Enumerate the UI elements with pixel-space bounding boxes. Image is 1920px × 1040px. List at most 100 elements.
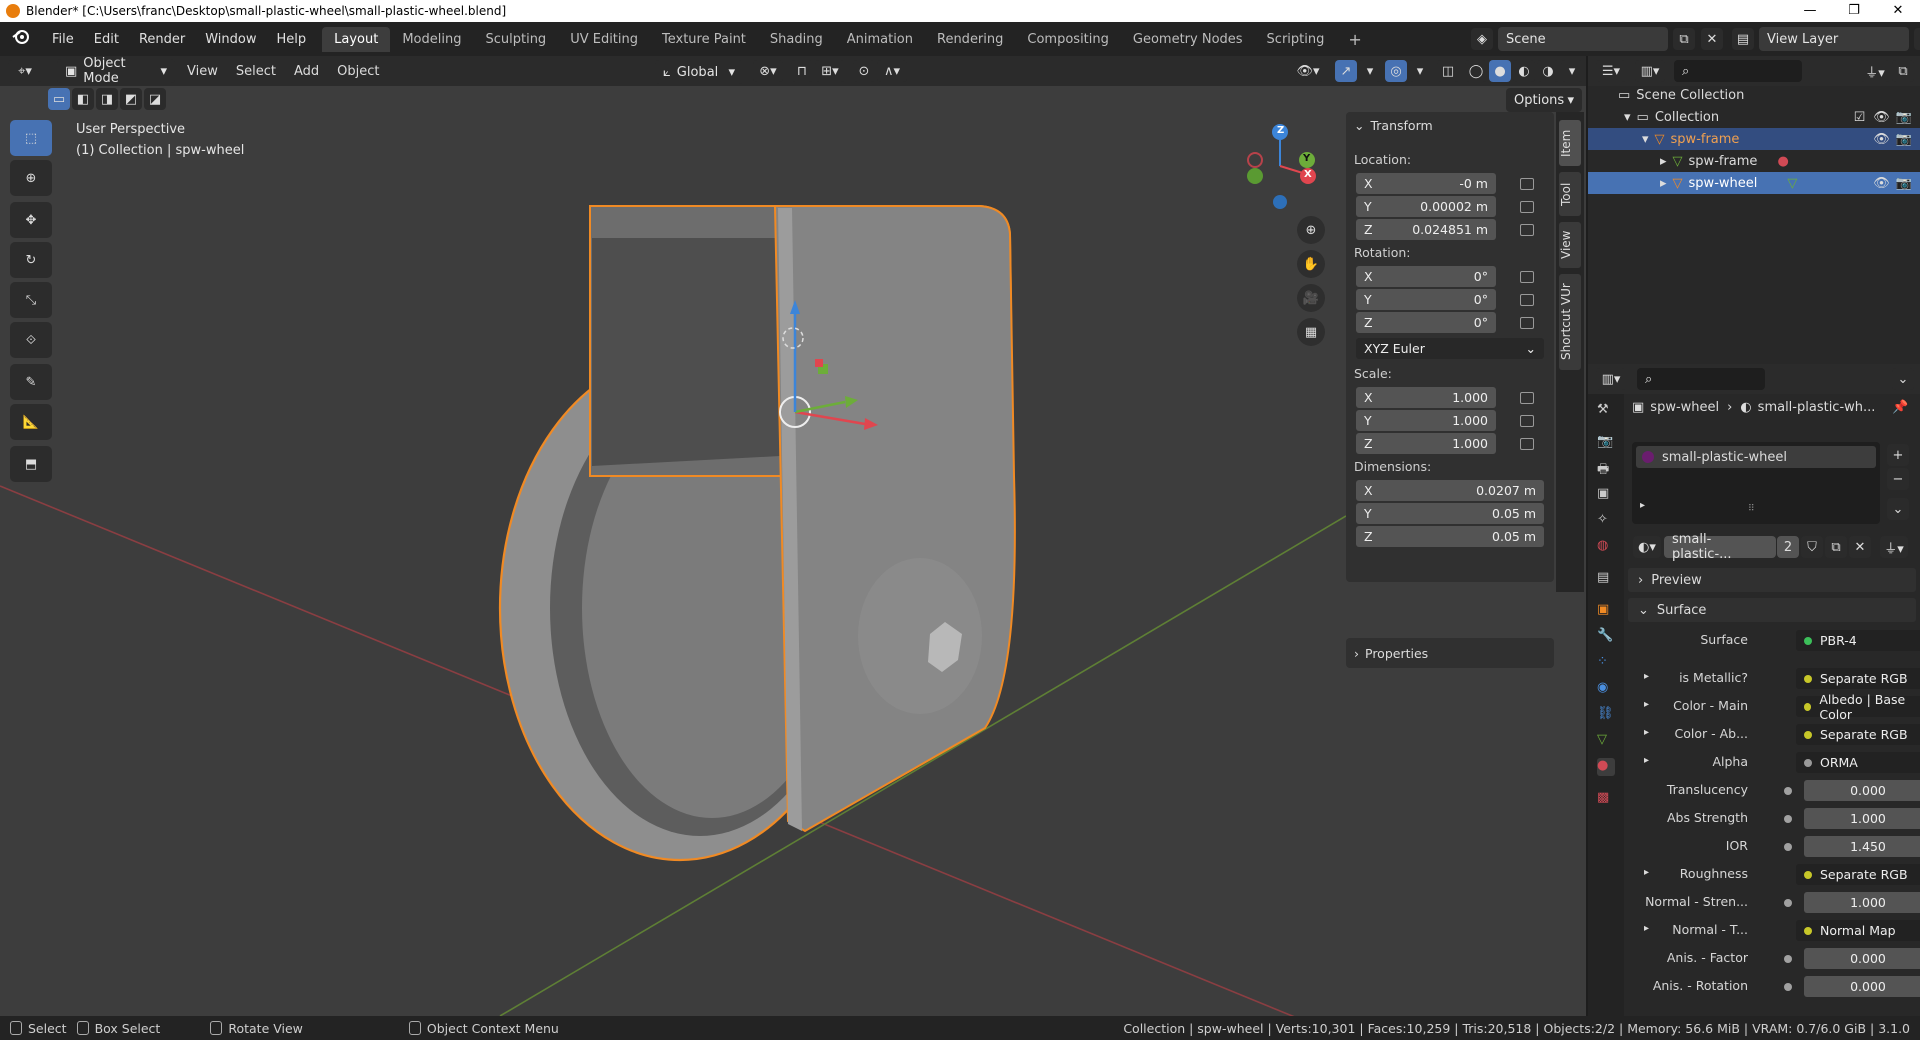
ior-field[interactable]: 1.450 bbox=[1804, 836, 1920, 857]
delete-scene-icon[interactable]: ✕ bbox=[1701, 28, 1723, 50]
view-layer-field[interactable]: View Layer bbox=[1759, 27, 1909, 51]
preview-panel-header[interactable]: › Preview bbox=[1628, 568, 1916, 592]
wireframe-shading-icon[interactable]: ◯ bbox=[1465, 60, 1487, 82]
rotation-z-field[interactable]: Z 0° bbox=[1356, 312, 1496, 333]
tab-scripting[interactable]: Scripting bbox=[1255, 27, 1337, 52]
outliner-row-scene-collection[interactable]: ▭ Scene Collection bbox=[1588, 84, 1920, 106]
blender-menu-icon[interactable] bbox=[0, 29, 42, 49]
roughness-field[interactable]: Separate RGB bbox=[1796, 864, 1920, 885]
camera-icon[interactable]: 📷 bbox=[1896, 110, 1912, 125]
user-count[interactable]: 2 bbox=[1777, 536, 1799, 558]
add-cube-tool-icon[interactable]: ⬒ bbox=[10, 446, 52, 482]
physics-tab-icon[interactable]: ◉ bbox=[1597, 680, 1615, 698]
material-shading-icon[interactable]: ◐ bbox=[1513, 60, 1535, 82]
rotation-mode-dropdown[interactable]: XYZ Euler ⌄ bbox=[1356, 338, 1544, 359]
menu-file[interactable]: File bbox=[42, 32, 84, 47]
output-tab-icon[interactable]: 🖶 bbox=[1597, 460, 1615, 478]
anis-rotation-field[interactable]: 0.000 bbox=[1804, 976, 1920, 997]
menu-edit[interactable]: Edit bbox=[84, 32, 129, 47]
tab-compositing[interactable]: Compositing bbox=[1015, 27, 1121, 52]
dimensions-z-field[interactable]: Z 0.05 m bbox=[1356, 526, 1544, 547]
camera-icon[interactable]: 📷 bbox=[1896, 132, 1912, 147]
tab-rendering[interactable]: Rendering bbox=[925, 27, 1015, 52]
tool-tab-icon[interactable]: ⚒ bbox=[1597, 402, 1615, 420]
3d-viewport[interactable]: ⌖▾ ▣ Object Mode ▾ View Select Add Objec… bbox=[0, 56, 1586, 1016]
surface-panel-header[interactable]: ⌄ Surface bbox=[1628, 598, 1916, 622]
tab-view[interactable]: View bbox=[1559, 222, 1581, 268]
rotate-tool-icon[interactable]: ↻ bbox=[10, 242, 52, 278]
pan-hand-icon[interactable]: ✋ bbox=[1297, 250, 1325, 278]
fake-user-icon[interactable]: ⛉ bbox=[1801, 536, 1823, 558]
material-tab-icon[interactable]: ● bbox=[1597, 758, 1615, 776]
transform-panel-header[interactable]: ⌄ Transform bbox=[1354, 118, 1433, 133]
eye-icon[interactable]: 👁 bbox=[1873, 176, 1890, 191]
display-mode-icon[interactable]: ▥▾ bbox=[1635, 60, 1665, 82]
world-tab-icon[interactable]: ◍ bbox=[1597, 538, 1615, 556]
options-chevron-icon[interactable]: ⌄ bbox=[1892, 368, 1914, 390]
filter-icon[interactable]: ⏚▾ bbox=[1860, 60, 1890, 82]
modifiers-tab-icon[interactable]: 🔧 bbox=[1597, 628, 1615, 646]
scale-z-field[interactable]: Z 1.000 bbox=[1356, 433, 1496, 454]
view-layer-icon[interactable]: ▤ bbox=[1732, 28, 1754, 50]
scene-tab-icon[interactable]: ✧ bbox=[1597, 512, 1615, 530]
outliner-search-input[interactable]: ⌕ bbox=[1674, 60, 1802, 82]
scale-y-field[interactable]: Y 1.000 bbox=[1356, 410, 1496, 431]
minimize-button[interactable]: — bbox=[1788, 0, 1832, 22]
scale-tool-icon[interactable]: ⤡ bbox=[10, 282, 52, 318]
maximize-button[interactable]: ❐ bbox=[1832, 0, 1876, 22]
lock-icon[interactable] bbox=[1520, 317, 1534, 329]
constraints-tab-icon[interactable]: ⛓ bbox=[1597, 706, 1615, 724]
camera-icon[interactable]: 📷 bbox=[1896, 176, 1912, 191]
menu-help[interactable]: Help bbox=[267, 32, 317, 47]
color-ab-field[interactable]: Separate RGB bbox=[1796, 724, 1920, 745]
new-collection-icon[interactable]: ⧉ bbox=[1892, 60, 1914, 82]
expand-icon[interactable]: ▸ bbox=[1640, 500, 1645, 511]
solid-shading-icon[interactable]: ● bbox=[1489, 60, 1511, 82]
eye-icon[interactable]: 👁 bbox=[1873, 110, 1890, 125]
overlays-dropdown-icon[interactable]: ▾ bbox=[1409, 60, 1431, 82]
zoom-icon[interactable]: ⊕ bbox=[1297, 216, 1325, 244]
properties-editor-type-icon[interactable]: ▥▾ bbox=[1596, 368, 1626, 390]
cursor-tool-icon[interactable]: ⊕ bbox=[10, 160, 52, 196]
menu-window[interactable]: Window bbox=[195, 32, 266, 47]
mesh-data-tab-icon[interactable]: ▽ bbox=[1597, 732, 1615, 750]
close-window-button[interactable]: ✕ bbox=[1876, 0, 1920, 22]
tab-shading[interactable]: Shading bbox=[758, 27, 835, 52]
remove-slot-button[interactable]: − bbox=[1887, 468, 1909, 490]
alpha-field[interactable]: ORMA bbox=[1796, 752, 1920, 773]
add-workspace-button[interactable]: + bbox=[1336, 25, 1373, 54]
new-view-layer-icon[interactable]: ⧉ bbox=[1914, 28, 1920, 50]
material-name-field[interactable]: small-plastic-... bbox=[1664, 532, 1776, 562]
browse-material-icon[interactable]: ◐▾ bbox=[1633, 536, 1661, 558]
add-slot-button[interactable]: + bbox=[1887, 444, 1909, 466]
lock-icon[interactable] bbox=[1520, 178, 1534, 190]
tab-layout[interactable]: Layout bbox=[322, 26, 391, 52]
anis-factor-field[interactable]: 0.000 bbox=[1804, 948, 1920, 969]
tab-shortcut-vur[interactable]: Shortcut VUr bbox=[1559, 274, 1581, 370]
outliner-row-spw-frame-mesh[interactable]: ▸ ▽ spw-frame ● bbox=[1588, 150, 1920, 172]
scene-selector-icon[interactable]: ◈ bbox=[1471, 28, 1493, 50]
unlink-material-icon[interactable]: ✕ bbox=[1849, 536, 1871, 558]
material-slot-item[interactable]: small-plastic-wheel bbox=[1636, 446, 1876, 468]
tab-texture-paint[interactable]: Texture Paint bbox=[650, 27, 758, 52]
scale-x-field[interactable]: X 1.000 bbox=[1356, 387, 1496, 408]
perspective-toggle-icon[interactable]: ▦ bbox=[1297, 318, 1325, 346]
shading-options-icon[interactable]: ▾ bbox=[1561, 60, 1583, 82]
tab-animation[interactable]: Animation bbox=[835, 27, 925, 52]
abs-strength-field[interactable]: 1.000 bbox=[1804, 808, 1920, 829]
checkbox-icon[interactable]: ☑ bbox=[1854, 110, 1866, 125]
measure-tool-icon[interactable]: 📐 bbox=[10, 404, 52, 440]
outliner-row-collection[interactable]: ▾ ▭ Collection ☑ 👁 📷 bbox=[1588, 106, 1920, 128]
particles-tab-icon[interactable]: ⁘ bbox=[1597, 654, 1615, 672]
new-scene-icon[interactable]: ⧉ bbox=[1673, 28, 1695, 50]
camera-view-icon[interactable]: 🎥 bbox=[1297, 284, 1325, 312]
color-main-field[interactable]: Albedo | Base Color bbox=[1796, 692, 1920, 722]
collection-tab-icon[interactable]: ▤ bbox=[1597, 570, 1615, 588]
options-dropdown[interactable]: Options ▾ bbox=[1506, 88, 1582, 112]
location-y-field[interactable]: Y 0.00002 m bbox=[1356, 196, 1496, 217]
tab-modeling[interactable]: Modeling bbox=[390, 27, 473, 52]
overlays-toggle-icon[interactable]: ◎ bbox=[1385, 60, 1407, 82]
tab-tool[interactable]: Tool bbox=[1559, 172, 1581, 216]
move-tool-icon[interactable]: ✥ bbox=[10, 202, 52, 238]
material-filter-icon[interactable]: ⏚▾ bbox=[1880, 536, 1908, 558]
